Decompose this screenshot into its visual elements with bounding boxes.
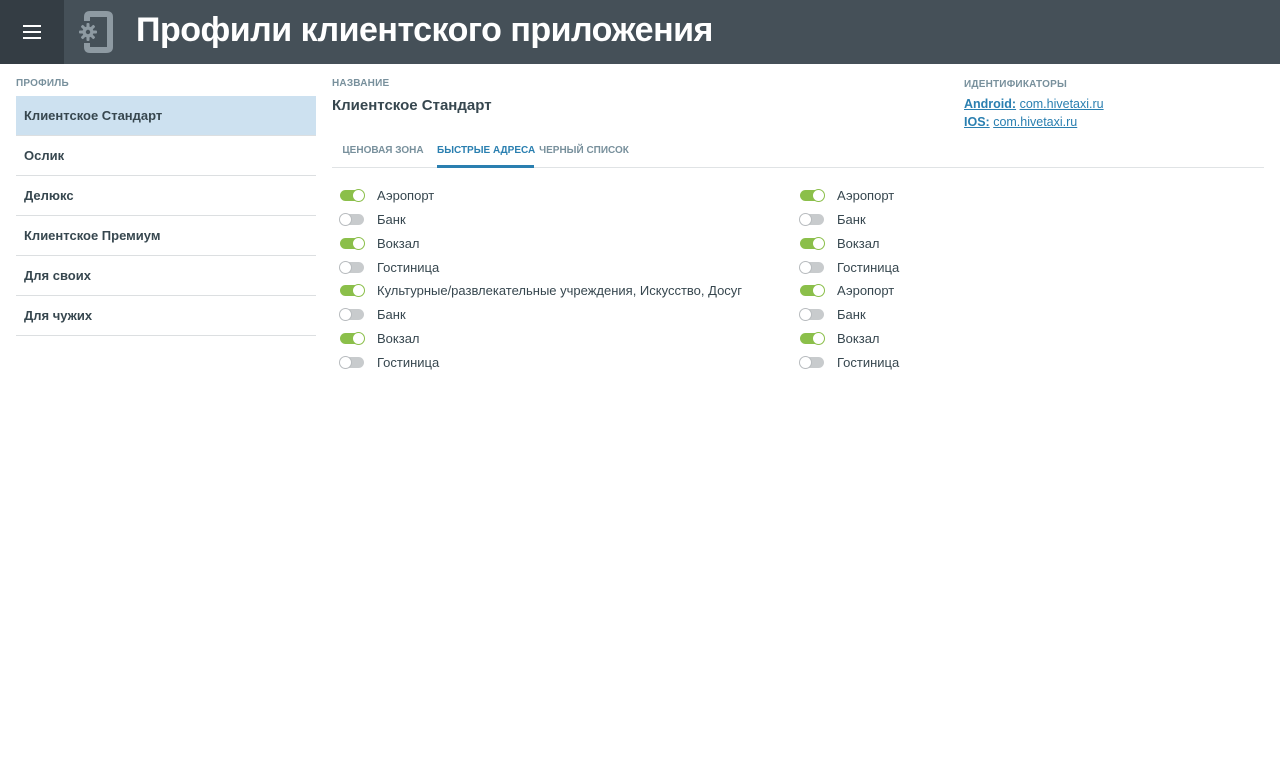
toggle-knob bbox=[352, 237, 365, 250]
toggle-knob bbox=[799, 356, 812, 369]
page-title: Профили клиентского приложения bbox=[136, 11, 713, 49]
tab-price-zone[interactable]: Ценовая зона bbox=[338, 136, 428, 168]
toggle-switch[interactable] bbox=[339, 308, 364, 321]
tab-blacklist[interactable]: Черный список bbox=[539, 136, 629, 168]
ios-value-link[interactable]: com.hivetaxi.ru bbox=[993, 115, 1077, 129]
profile-section-label: Профиль bbox=[16, 78, 69, 89]
toggle-knob bbox=[799, 261, 812, 274]
toggle-knob bbox=[812, 237, 825, 250]
toggle-label: Банк bbox=[837, 212, 866, 227]
toggle-switch[interactable] bbox=[339, 261, 364, 274]
toggle-label: Вокзал bbox=[377, 236, 420, 251]
toggle-knob bbox=[812, 332, 825, 345]
toggle-label: Вокзал bbox=[837, 331, 880, 346]
profile-item-for-own[interactable]: Для своих bbox=[16, 256, 316, 296]
toggle-label: Гостиница bbox=[837, 260, 900, 275]
profile-item-client-premium[interactable]: Клиентское Премиум bbox=[16, 216, 316, 256]
menu-button[interactable] bbox=[0, 0, 64, 64]
toggle-knob bbox=[339, 261, 352, 274]
toggle-knob bbox=[339, 213, 352, 226]
toggle-switch[interactable] bbox=[340, 332, 365, 345]
toggle-switch[interactable] bbox=[340, 237, 365, 250]
toggle-switch[interactable] bbox=[800, 284, 825, 297]
hamburger-menu-icon bbox=[23, 25, 41, 27]
profile-item-for-others[interactable]: Для чужих bbox=[16, 296, 316, 336]
android-value-link[interactable]: com.hivetaxi.ru bbox=[1020, 97, 1104, 111]
toggle-label: Банк bbox=[377, 212, 406, 227]
toggle-knob bbox=[799, 308, 812, 321]
toggle-label: Аэропорт bbox=[377, 188, 435, 203]
profile-item-oslik[interactable]: Ослик bbox=[16, 136, 316, 176]
toggle-label: Вокзал bbox=[377, 331, 420, 346]
toggle-label: Банк bbox=[377, 307, 406, 322]
android-key[interactable]: Android: bbox=[964, 97, 1016, 111]
profile-item-deluxe[interactable]: Делюкс bbox=[16, 176, 316, 216]
toggle-knob bbox=[339, 356, 352, 369]
toggle-switch[interactable] bbox=[800, 189, 825, 202]
toggle-knob bbox=[339, 308, 352, 321]
toggle-knob bbox=[352, 189, 365, 202]
toggle-label: Аэропорт bbox=[837, 283, 895, 298]
tabs-bar: Ценовая зона Быстрые адреса Черный списо… bbox=[332, 136, 1264, 168]
toggle-label: Вокзал bbox=[837, 236, 880, 251]
toggle-knob bbox=[799, 213, 812, 226]
toggle-switch[interactable] bbox=[799, 308, 824, 321]
identifiers-label: Идентификаторы bbox=[964, 79, 1067, 90]
top-bar: Профили клиентского приложения bbox=[0, 0, 1280, 64]
toggle-label: Гостиница bbox=[837, 355, 900, 370]
tab-quick-addresses[interactable]: Быстрые адреса bbox=[437, 136, 535, 168]
toggle-knob bbox=[812, 284, 825, 297]
toggle-switch[interactable] bbox=[340, 189, 365, 202]
toggle-switch[interactable] bbox=[800, 332, 825, 345]
toggle-switch[interactable] bbox=[799, 213, 824, 226]
toggle-knob bbox=[352, 332, 365, 345]
ios-key[interactable]: IOS: bbox=[964, 115, 990, 129]
profile-list: Клиентское Стандарт Ослик Делюкс Клиентс… bbox=[16, 96, 316, 336]
mobile-settings-icon bbox=[79, 11, 113, 53]
toggle-label: Аэропорт bbox=[837, 188, 895, 203]
android-identifier: Android: com.hivetaxi.ru bbox=[964, 97, 1104, 111]
toggle-knob bbox=[812, 189, 825, 202]
toggle-label: Гостиница bbox=[377, 355, 440, 370]
profile-name-value: Клиентское Стандарт bbox=[332, 97, 492, 114]
ios-identifier: IOS: com.hivetaxi.ru bbox=[964, 115, 1077, 129]
profile-item-client-standard[interactable]: Клиентское Стандарт bbox=[16, 96, 316, 136]
toggle-knob bbox=[352, 284, 365, 297]
toggle-switch[interactable] bbox=[800, 237, 825, 250]
toggle-switch[interactable] bbox=[799, 356, 824, 369]
toggle-switch[interactable] bbox=[799, 261, 824, 274]
name-label: Название bbox=[332, 78, 390, 89]
toggle-label: Банк bbox=[837, 307, 866, 322]
toggle-switch[interactable] bbox=[340, 284, 365, 297]
toggle-label: Гостиница bbox=[377, 260, 440, 275]
toggle-switch[interactable] bbox=[339, 213, 364, 226]
toggle-switch[interactable] bbox=[339, 356, 364, 369]
toggle-label: Культурные/развлекательные учреждения, И… bbox=[377, 283, 743, 298]
